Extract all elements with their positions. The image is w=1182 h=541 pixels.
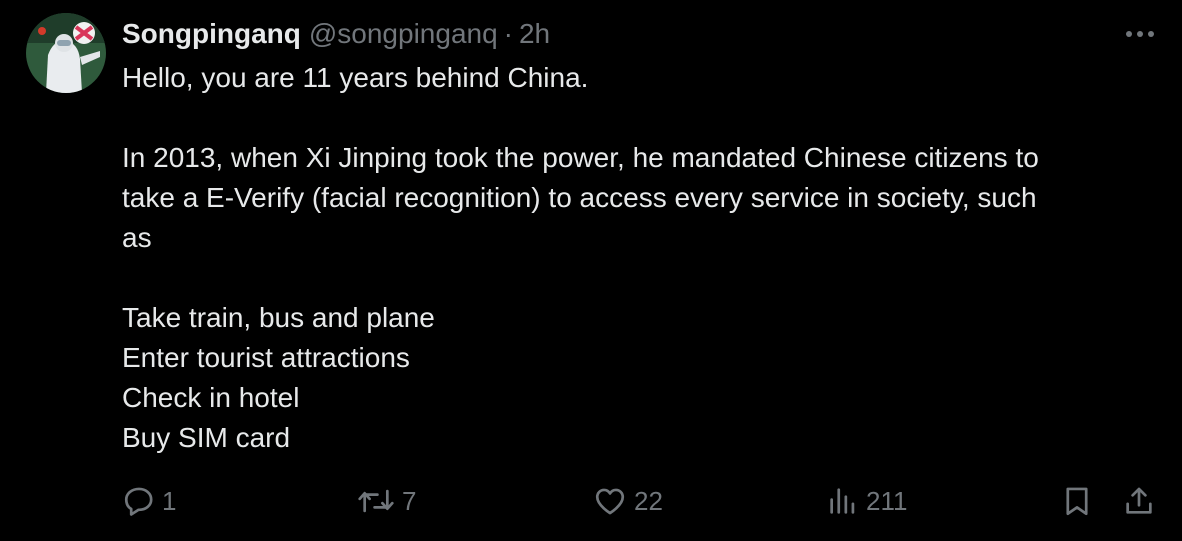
repost-count: 7 (402, 485, 417, 516)
author-display-name[interactable]: Songpinganq (122, 18, 301, 50)
tweet-paragraph-line: take a E-Verify (facial recognition) to … (122, 182, 1037, 213)
tweet-list-item: Check in hotel (122, 382, 300, 413)
like-button[interactable]: 22 (592, 478, 663, 524)
tweet-list-item: Buy SIM card (122, 422, 291, 453)
more-icon (1126, 31, 1154, 37)
heart-icon (595, 488, 625, 515)
tweet-timestamp[interactable]: 2h (519, 18, 550, 50)
tweet-paragraph-line: as (122, 222, 152, 253)
more-options-button[interactable] (1122, 20, 1158, 48)
tweet-list-item: Enter tourist attractions (122, 342, 410, 373)
tweet-header: Songpinganq @songpinganq · 2h (122, 16, 550, 52)
bookmark-button[interactable] (1060, 478, 1094, 524)
reply-button[interactable]: 1 (122, 478, 176, 524)
view-count: 211 (866, 485, 908, 516)
tweet-text: Hello, you are 11 years behind China. In… (122, 58, 1162, 458)
tweet-actions: 1 7 22 211 (0, 478, 1182, 524)
repost-button[interactable]: 7 (356, 478, 416, 524)
tweet-list-item: Take train, bus and plane (122, 302, 435, 333)
views-button[interactable]: 211 (826, 478, 907, 524)
tweet-paragraph-line: In 2013, when Xi Jinping took the power,… (122, 142, 1039, 173)
header-separator: · (503, 18, 513, 49)
like-count: 22 (634, 485, 663, 516)
reply-icon (124, 487, 153, 516)
tweet-intro: Hello, you are 11 years behind China. (122, 62, 589, 93)
avatar-image (26, 13, 106, 93)
bookmark-icon (1066, 487, 1088, 516)
reply-count: 1 (162, 485, 177, 516)
share-button[interactable] (1122, 478, 1156, 524)
views-icon (830, 488, 855, 514)
share-icon (1126, 487, 1152, 514)
profile-avatar[interactable] (26, 13, 106, 93)
tweet[interactable]: Songpinganq @songpinganq · 2h Hello, you… (0, 0, 1182, 541)
author-handle[interactable]: @songpinganq (309, 18, 498, 50)
repost-icon (358, 489, 394, 513)
